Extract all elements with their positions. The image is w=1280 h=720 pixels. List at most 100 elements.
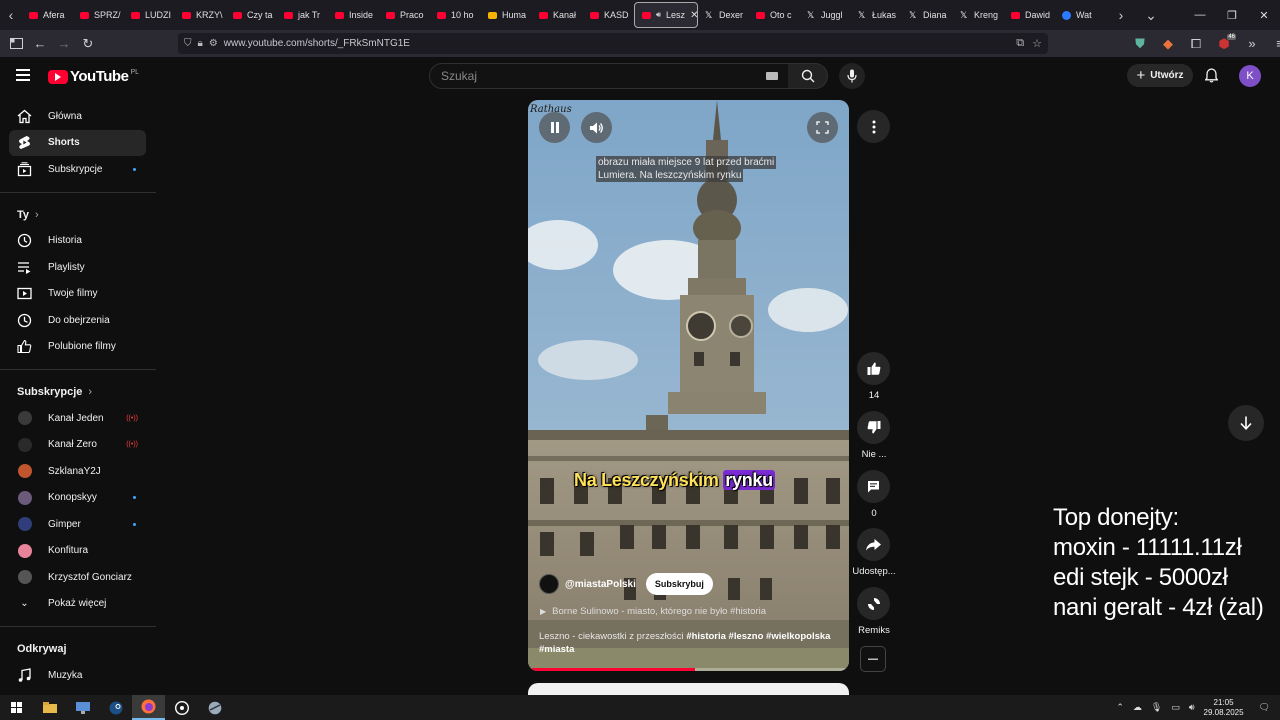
browser-tab[interactable]: 𝕏 Kreng bbox=[953, 2, 1004, 28]
reload-icon[interactable]: ↻ bbox=[76, 32, 100, 56]
sidebar-item-channel[interactable]: Konopskyy bbox=[9, 485, 146, 512]
sidebar-item-channel[interactable]: Gimper bbox=[9, 511, 146, 538]
youtube-logo[interactable]: YouTube PL bbox=[48, 68, 139, 85]
browser-tab[interactable]: Kanał bbox=[532, 2, 583, 28]
tab-audio-icon[interactable]: 🔊︎ bbox=[656, 10, 661, 20]
browser-tab[interactable]: KRZY\ bbox=[175, 2, 226, 28]
browser-tab[interactable]: SPRZ/ bbox=[73, 2, 124, 28]
tracking-shield-icon[interactable]: ⛉ bbox=[184, 38, 192, 49]
ublock-extension-icon[interactable]: ⬢ 46 bbox=[1212, 32, 1236, 56]
browser-tab[interactable]: Czy ta bbox=[226, 2, 277, 28]
notifications-center-icon[interactable]: 🗨︎ bbox=[1259, 702, 1270, 713]
sidebar-item-watch-later[interactable]: Do obejrzenia bbox=[9, 307, 146, 334]
browser-tab[interactable]: 𝕏 Diana bbox=[902, 2, 953, 28]
tab-list-dropdown-icon[interactable]: ⌄ bbox=[1140, 0, 1162, 30]
remix-button[interactable] bbox=[857, 587, 890, 620]
subscribe-button[interactable]: Subskrybuj bbox=[645, 573, 713, 595]
browser-tab[interactable]: LUDZI bbox=[124, 2, 175, 28]
url-text[interactable]: www.youtube.com/shorts/_FRkSmNTG1E bbox=[224, 38, 410, 49]
forward-icon[interactable]: → bbox=[52, 32, 76, 56]
tab-scroll-right-icon[interactable]: › bbox=[1110, 0, 1132, 30]
sidebar-toggle-icon[interactable] bbox=[4, 32, 28, 56]
browser-tab[interactable]: Afera bbox=[22, 2, 73, 28]
sidebar-item-channel[interactable]: Kanał Jeden ((•)) bbox=[9, 405, 146, 432]
channel-handle[interactable]: @miastaPolski bbox=[565, 579, 636, 590]
dislike-button[interactable] bbox=[857, 411, 890, 444]
tray-overflow-chevron-icon[interactable]: ⌃ bbox=[1116, 702, 1124, 713]
shield-extension-icon[interactable]: ⛊ bbox=[1128, 32, 1152, 56]
sound-source-thumbnail[interactable]: ▬▬ bbox=[860, 646, 886, 672]
next-short-button[interactable] bbox=[1228, 405, 1264, 441]
browser-tab[interactable]: 𝕏 Łukas bbox=[851, 2, 902, 28]
close-window-icon[interactable]: ✕ bbox=[1248, 0, 1280, 30]
fox-extension-icon[interactable]: ◆ bbox=[1156, 32, 1180, 56]
permissions-icon[interactable]: ⚙︎ bbox=[209, 38, 218, 49]
sidebar-item-shorts[interactable]: Shorts bbox=[9, 129, 146, 156]
system-clock[interactable]: 21:05 29.08.2025 bbox=[1204, 698, 1244, 718]
microphone-tray-icon[interactable]: 🎙︎ bbox=[1151, 702, 1162, 713]
tab-close-icon[interactable]: ✕ bbox=[690, 10, 697, 21]
file-explorer-icon[interactable] bbox=[33, 695, 66, 720]
sidebar-item-home[interactable]: Główna bbox=[9, 103, 146, 130]
back-icon[interactable]: ← bbox=[28, 32, 52, 56]
tab-list-back-icon[interactable]: ‹ bbox=[0, 0, 22, 30]
volume-button[interactable] bbox=[581, 112, 612, 143]
browser-tab[interactable]: Wat bbox=[1055, 2, 1106, 28]
search-input[interactable] bbox=[441, 69, 741, 83]
account-avatar[interactable]: K bbox=[1239, 65, 1261, 87]
next-short-preview[interactable] bbox=[528, 683, 849, 695]
restore-icon[interactable]: ❐ bbox=[1216, 0, 1248, 30]
sidebar-item-your-videos[interactable]: Twoje filmy bbox=[9, 281, 146, 308]
notifications-button[interactable] bbox=[1201, 65, 1221, 85]
speaker-icon[interactable]: 🔊︎ bbox=[1189, 702, 1195, 713]
search-button[interactable] bbox=[788, 63, 828, 89]
sidebar-item-liked[interactable]: Polubione filmy bbox=[9, 334, 146, 361]
short-description[interactable]: Leszno - ciekawostki z przeszłości #hist… bbox=[539, 630, 839, 656]
guide-menu-icon[interactable] bbox=[16, 66, 34, 84]
steam-icon[interactable] bbox=[99, 695, 132, 720]
sidebar-item-history[interactable]: Historia bbox=[9, 228, 146, 255]
computer-app-icon[interactable] bbox=[66, 695, 99, 720]
browser-tab[interactable]: jak Tr bbox=[277, 2, 328, 28]
voice-search-button[interactable] bbox=[839, 63, 865, 89]
sidebar-item-channel[interactable]: Kanał Zero ((•)) bbox=[9, 432, 146, 459]
subscriptions-section-heading[interactable]: Subskrypcje › bbox=[0, 379, 156, 405]
picture-in-picture-icon[interactable]: ⧉ bbox=[1016, 37, 1024, 50]
start-button[interactable] bbox=[0, 695, 33, 720]
extensions-puzzle-icon[interactable]: ⧠ bbox=[1184, 32, 1208, 56]
browser-tab[interactable]: 🔊︎ Lesz ✕ bbox=[634, 2, 698, 28]
pause-button[interactable] bbox=[539, 112, 570, 143]
browser-tab[interactable]: Praco bbox=[379, 2, 430, 28]
share-button[interactable] bbox=[857, 528, 890, 561]
fullscreen-button[interactable] bbox=[807, 112, 838, 143]
create-button[interactable]: + Utwórz bbox=[1127, 64, 1193, 87]
like-button[interactable] bbox=[857, 352, 890, 385]
browser-tab[interactable]: KASD bbox=[583, 2, 634, 28]
sidebar-item-channel[interactable]: Krzysztof Gonciarz bbox=[9, 564, 146, 591]
browser-tab[interactable]: 𝕏 Dexer bbox=[698, 2, 749, 28]
you-section-heading[interactable]: Ty › bbox=[0, 202, 156, 228]
sidebar-item-channel[interactable]: Konfitura bbox=[9, 538, 146, 565]
browser-tab[interactable]: Dawid bbox=[1004, 2, 1055, 28]
overflow-chevrons-icon[interactable]: » bbox=[1240, 32, 1264, 56]
browser-tab[interactable]: Oto c bbox=[749, 2, 800, 28]
sidebar-item-music[interactable]: Muzyka bbox=[9, 662, 146, 689]
sidebar-item-playlists[interactable]: Playlisty bbox=[9, 254, 146, 281]
linked-video-link[interactable]: ▶ Borne Sulinowo - miasto, którego nie b… bbox=[540, 606, 766, 617]
onedrive-cloud-icon[interactable]: ☁ bbox=[1133, 702, 1142, 713]
minimize-icon[interactable]: — bbox=[1184, 0, 1216, 30]
bookmark-star-icon[interactable]: ☆ bbox=[1032, 37, 1042, 50]
browser-tab[interactable]: Inside bbox=[328, 2, 379, 28]
app-menu-icon[interactable]: ≡ bbox=[1268, 32, 1280, 56]
more-options-button[interactable] bbox=[857, 110, 890, 143]
show-more-button[interactable]: ⌄ Pokaż więcej bbox=[9, 591, 146, 618]
obs-studio-icon[interactable] bbox=[165, 695, 198, 720]
browser-tab[interactable]: 𝕏 Juggl bbox=[800, 2, 851, 28]
channel-avatar[interactable] bbox=[539, 574, 559, 594]
shorts-video-player[interactable]: Rathaus obrazu miała miejsce 9 lat przed… bbox=[528, 100, 849, 671]
browser-tab[interactable]: Huma bbox=[481, 2, 532, 28]
firefox-icon[interactable] bbox=[132, 695, 165, 720]
sidebar-item-subscriptions[interactable]: Subskrypcje bbox=[9, 156, 146, 183]
network-icon[interactable]: ▭ bbox=[1171, 702, 1180, 713]
sidebar-item-movies[interactable]: Filmy bbox=[9, 689, 146, 694]
